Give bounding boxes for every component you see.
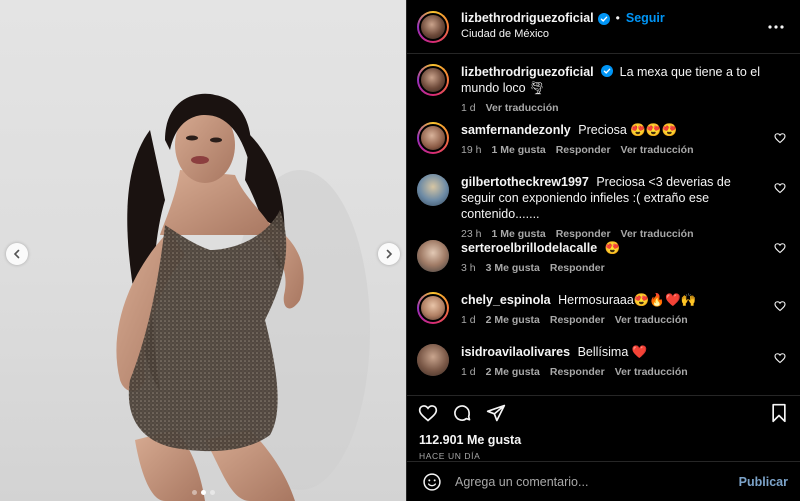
comment-text: 😍 bbox=[604, 241, 621, 255]
commenter-avatar[interactable] bbox=[417, 122, 449, 154]
comments-list: lizbethrodriguezoficial La mexa que tien… bbox=[407, 54, 800, 396]
reply-button[interactable]: Responder bbox=[556, 144, 611, 156]
reply-button[interactable]: Responder bbox=[556, 228, 611, 240]
heart-icon bbox=[418, 405, 438, 422]
comment-text: Preciosa 😍😍😍 bbox=[578, 123, 678, 137]
comment-time[interactable]: 23 h bbox=[461, 228, 481, 240]
comment-time[interactable]: 3 h bbox=[461, 262, 476, 274]
verified-badge-icon bbox=[601, 65, 614, 77]
header-separator: • bbox=[615, 11, 620, 26]
carousel-indicator bbox=[0, 490, 406, 495]
commenter-username[interactable]: samfernandezonly bbox=[461, 123, 571, 137]
comment-row: chely_espinola Hermosuraaa😍🔥❤️🙌 1 d 2 Me… bbox=[417, 292, 786, 344]
heart-icon[interactable] bbox=[774, 182, 786, 194]
heart-icon[interactable] bbox=[774, 242, 786, 254]
follow-button[interactable]: Seguir bbox=[626, 11, 665, 27]
like-button[interactable] bbox=[417, 402, 439, 424]
commenter-avatar[interactable] bbox=[417, 174, 449, 206]
more-options-icon bbox=[768, 24, 784, 29]
heart-icon[interactable] bbox=[774, 132, 786, 144]
carousel-dot bbox=[209, 490, 215, 495]
share-button[interactable] bbox=[485, 402, 507, 424]
author-avatar[interactable] bbox=[417, 64, 449, 96]
verified-badge-icon bbox=[597, 12, 610, 25]
comment-likes[interactable]: 1 Me gusta bbox=[491, 228, 545, 240]
comment-row: isidroavilaolivares Bellísima ❤️ 1 d 2 M… bbox=[417, 344, 786, 395]
heart-icon[interactable] bbox=[774, 352, 786, 364]
commenter-username[interactable]: isidroavilaolivares bbox=[461, 345, 570, 359]
like-count[interactable]: 112.901 Me gusta bbox=[407, 433, 800, 447]
bookmark-icon bbox=[772, 403, 786, 423]
carousel-dot bbox=[200, 490, 206, 495]
commenter-username[interactable]: chely_espinola bbox=[461, 293, 551, 307]
post-media bbox=[0, 0, 406, 501]
post-header: lizbethrodriguezoficial • Seguir Ciudad … bbox=[407, 0, 800, 54]
comment-row: samfernandezonly Preciosa 😍😍😍 19 h 1 Me … bbox=[417, 122, 786, 174]
action-bar bbox=[407, 396, 800, 430]
carousel-dot bbox=[191, 490, 197, 495]
comment-text: Hermosuraaa😍🔥❤️🙌 bbox=[558, 293, 697, 307]
comment-text: Bellísima ❤️ bbox=[577, 345, 648, 359]
reply-button[interactable]: Responder bbox=[550, 314, 605, 326]
post-photo bbox=[116, 93, 370, 501]
translate-link[interactable]: Ver traducción bbox=[621, 144, 694, 156]
translate-link[interactable]: Ver traducción bbox=[486, 102, 559, 114]
chevron-right-icon bbox=[386, 249, 393, 259]
emoji-button[interactable] bbox=[421, 471, 443, 493]
comment-time[interactable]: 1 d bbox=[461, 366, 476, 378]
comment-icon bbox=[454, 405, 471, 421]
emoji-icon bbox=[423, 472, 441, 491]
share-icon bbox=[486, 404, 506, 422]
next-slide-button[interactable] bbox=[378, 243, 400, 265]
commenter-avatar[interactable] bbox=[417, 344, 449, 376]
save-button[interactable] bbox=[768, 402, 790, 424]
comment-composer: Publicar bbox=[407, 461, 800, 501]
post-location[interactable]: Ciudad de México bbox=[461, 28, 764, 42]
comment-button[interactable] bbox=[451, 402, 473, 424]
post-timestamp: HACE UN DÍA bbox=[419, 451, 481, 461]
commenter-username[interactable]: gilbertotheckrew1997 bbox=[461, 175, 589, 189]
comment-input[interactable] bbox=[455, 474, 739, 489]
more-options-button[interactable] bbox=[764, 15, 788, 39]
comment-time[interactable]: 19 h bbox=[461, 144, 481, 156]
chevron-left-icon bbox=[13, 249, 20, 259]
commenter-username[interactable]: serteroelbrillodelacalle bbox=[461, 241, 597, 255]
heart-icon[interactable] bbox=[774, 300, 786, 312]
comment-row: gilbertotheckrew1997 Preciosa <3 deveria… bbox=[417, 174, 786, 240]
author-avatar[interactable] bbox=[417, 10, 449, 43]
comment-row: serteroelbrillodelacalle 😍 3 h 3 Me gust… bbox=[417, 240, 786, 292]
caption: lizbethrodriguezoficial La mexa que tien… bbox=[417, 64, 786, 122]
comment-likes[interactable]: 2 Me gusta bbox=[486, 314, 540, 326]
caption-time[interactable]: 1 d bbox=[461, 102, 476, 114]
reply-button[interactable]: Responder bbox=[550, 366, 605, 378]
post-dialog: lizbethrodriguezoficial • Seguir Ciudad … bbox=[0, 0, 800, 501]
caption-username[interactable]: lizbethrodriguezoficial bbox=[461, 65, 594, 79]
commenter-avatar[interactable] bbox=[417, 240, 449, 272]
translate-link[interactable]: Ver traducción bbox=[615, 314, 688, 326]
author-username[interactable]: lizbethrodriguezoficial bbox=[461, 11, 594, 27]
post-sidebar: lizbethrodriguezoficial • Seguir Ciudad … bbox=[406, 0, 800, 501]
comment-likes[interactable]: 1 Me gusta bbox=[491, 144, 545, 156]
commenter-avatar[interactable] bbox=[417, 292, 449, 324]
comment-likes[interactable]: 3 Me gusta bbox=[486, 262, 540, 274]
previous-slide-button[interactable] bbox=[6, 243, 28, 265]
publish-button[interactable]: Publicar bbox=[739, 475, 788, 489]
translate-link[interactable]: Ver traducción bbox=[621, 228, 694, 240]
translate-link[interactable]: Ver traducción bbox=[615, 366, 688, 378]
comment-time[interactable]: 1 d bbox=[461, 314, 476, 326]
reply-button[interactable]: Responder bbox=[550, 262, 605, 274]
comment-likes[interactable]: 2 Me gusta bbox=[486, 366, 540, 378]
